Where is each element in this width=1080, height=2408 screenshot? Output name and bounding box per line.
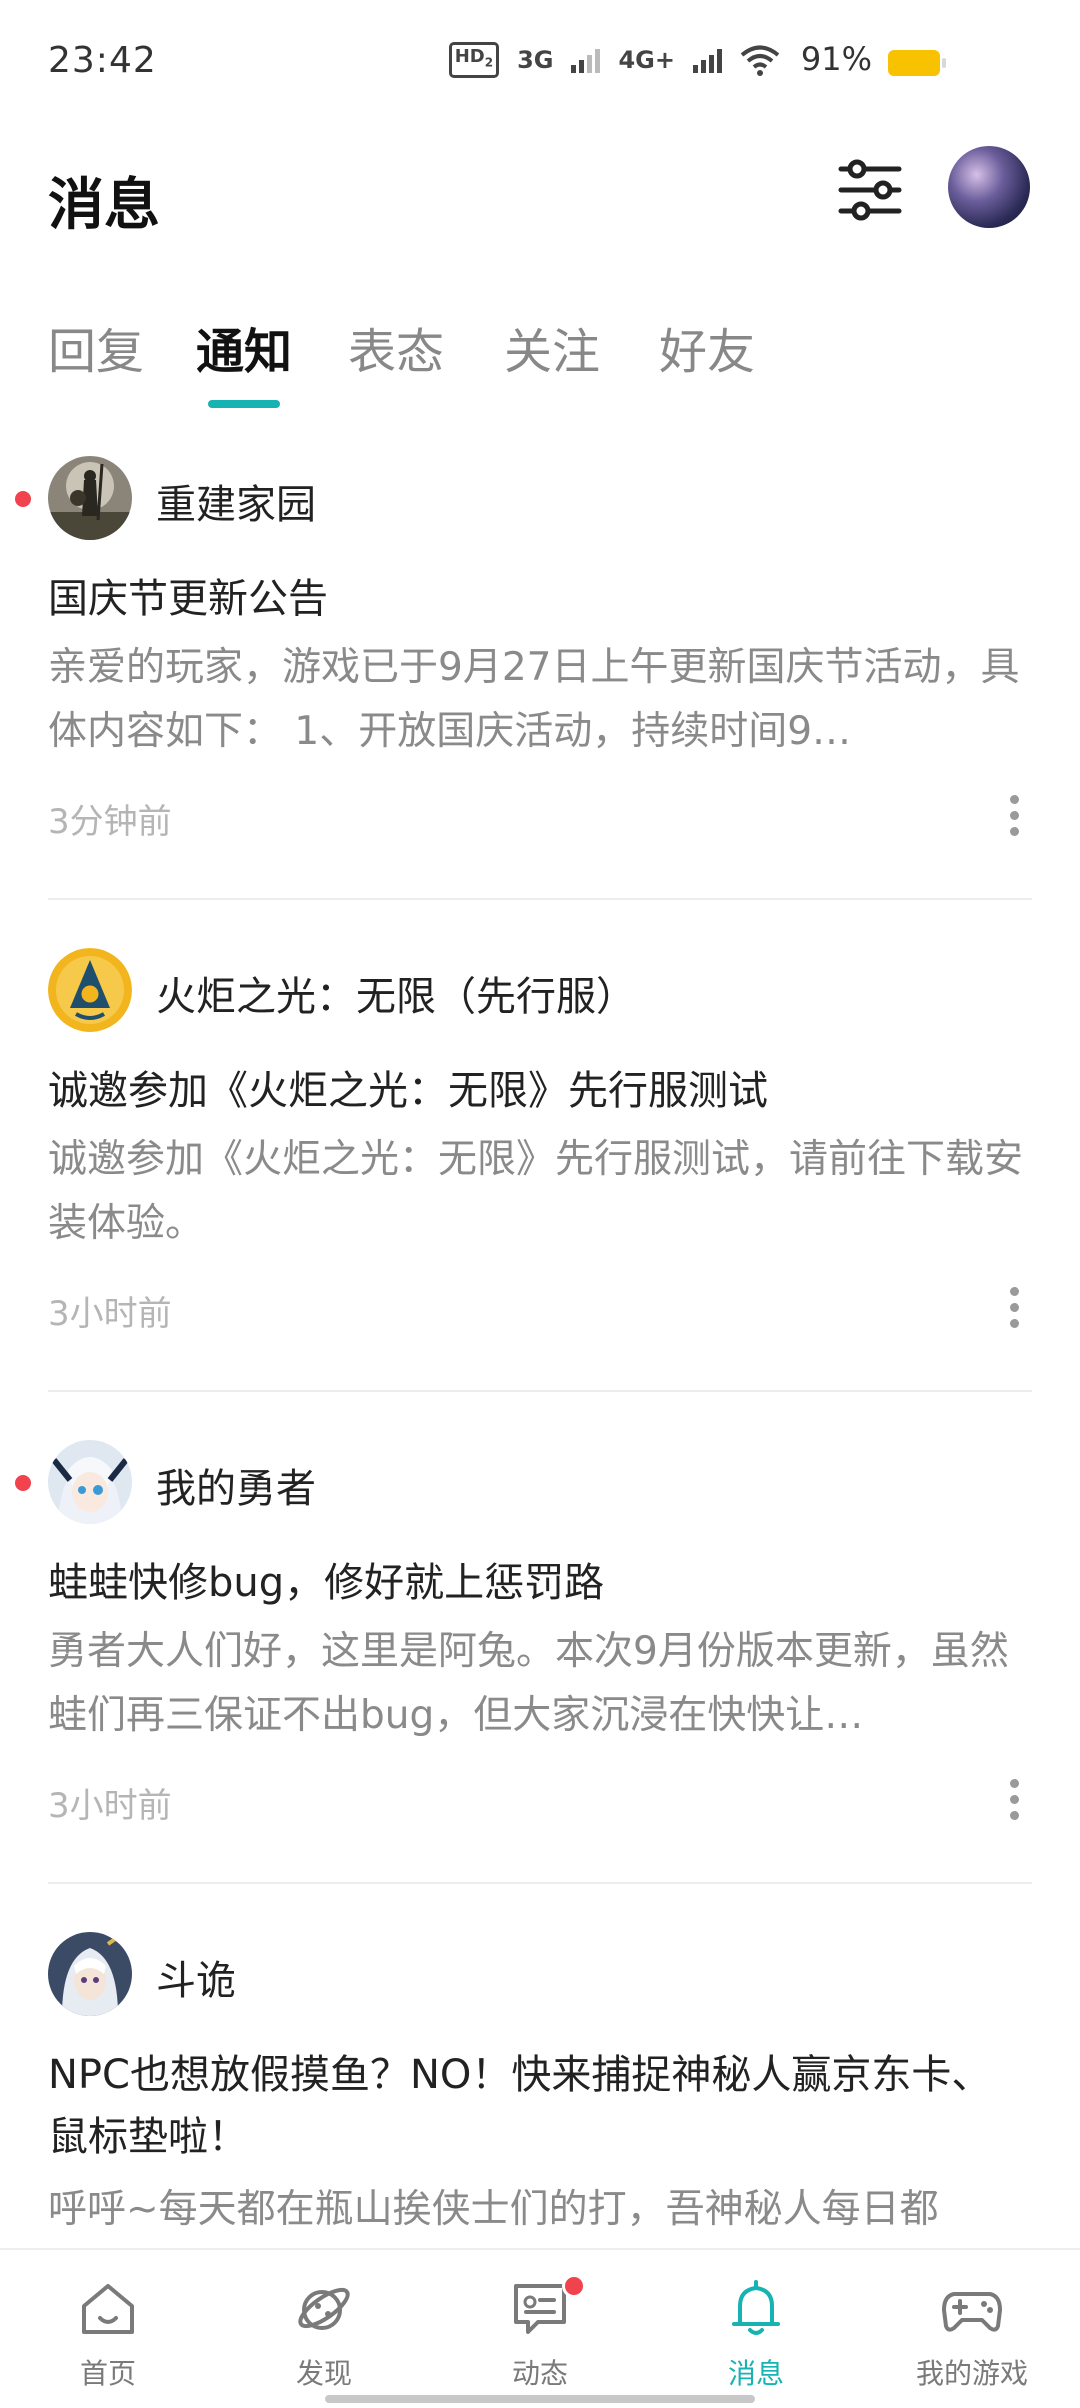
bell-icon <box>732 2280 780 2335</box>
notification-badge <box>562 2274 586 2298</box>
app-avatar[interactable] <box>48 456 132 540</box>
notification-time: 3小时前 <box>48 1786 172 1826</box>
app-name: 重建家园 <box>156 482 316 528</box>
app-name: 我的勇者 <box>156 1466 316 1512</box>
filter-button[interactable] <box>835 155 905 225</box>
nav-label: 我的游戏 <box>915 2357 1028 2390</box>
nav-feed[interactable]: 动态 <box>432 2250 648 2408</box>
nav-home[interactable]: 首页 <box>0 2250 216 2408</box>
tab-following[interactable]: 关注 <box>504 312 600 382</box>
unread-dot <box>15 1475 31 1491</box>
user-avatar[interactable] <box>948 146 1030 228</box>
notification-list: 重建家园 国庆节更新公告 亲爱的玩家，游戏已于9月27日上午更新国庆节活动，具体… <box>0 440 1080 2240</box>
nav-discover[interactable]: 发现 <box>216 2250 432 2408</box>
divider <box>48 1390 1032 1392</box>
nav-label: 首页 <box>79 2357 136 2390</box>
notification-title: 诚邀参加《火炬之光：无限》先行服测试 <box>48 1068 768 1114</box>
tab-notifications[interactable]: 通知 <box>196 312 292 382</box>
more-options-button[interactable] <box>994 790 1034 840</box>
notification-body: 呼呼~每天都在瓶山挨侠士们的打，吾神秘人每日都 <box>48 2187 939 2232</box>
app-name: 火炬之光：无限（先行服） <box>156 974 636 1020</box>
notification-title: 蛙蛙快修bug，修好就上惩罚路 <box>48 1560 605 1606</box>
app-avatar[interactable] <box>48 948 132 1032</box>
nav-label: 发现 <box>295 2357 352 2390</box>
sliders-icon <box>838 159 902 221</box>
status-time: 23:42 <box>48 40 157 81</box>
notification-card[interactable]: 火炬之光：无限（先行服） 诚邀参加《火炬之光：无限》先行服测试 诚邀参加《火炬之… <box>0 932 1080 1424</box>
planet-icon <box>298 2287 350 2330</box>
tab-replies[interactable]: 回复 <box>48 312 144 382</box>
notification-body: 勇者大人们好，这里是阿兔。本次9月份版本更新，虽然蛙们再三保证不出bug，但大家… <box>48 1629 1009 1738</box>
page-title: 消息 <box>48 173 160 238</box>
hd-voice-icon: HD2 <box>448 42 500 78</box>
notification-body: 亲爱的玩家，游戏已于9月27日上午更新国庆节活动，具体内容如下： 1、开放国庆活… <box>48 645 1020 754</box>
nav-label: 消息 <box>727 2357 784 2390</box>
more-options-button[interactable] <box>994 1774 1034 1824</box>
tab-friends[interactable]: 好友 <box>659 312 755 382</box>
notification-time: 3分钟前 <box>48 802 172 842</box>
network-4g-label: 4G+ <box>618 46 675 74</box>
battery-percent: 91% <box>800 40 872 78</box>
divider <box>48 898 1032 900</box>
nav-messages[interactable]: 消息 <box>648 2250 864 2408</box>
status-icons: HD2 3G 4G+ <box>448 40 780 80</box>
battery-icon <box>888 50 946 76</box>
app-avatar[interactable] <box>48 1440 132 1524</box>
nav-label: 动态 <box>511 2357 568 2390</box>
signal-icon <box>571 47 601 73</box>
gamepad-icon <box>942 2292 1002 2332</box>
notification-card[interactable]: 斗诡 NPC也想放假摸鱼？NO！快来捕捉神秘人赢京东卡、鼠标垫啦！ 呼呼~每天都… <box>0 1916 1080 2240</box>
divider <box>48 1882 1032 1884</box>
notification-title: 国庆节更新公告 <box>48 576 328 622</box>
header: 消息 <box>0 140 1080 250</box>
notification-title: NPC也想放假摸鱼？NO！快来捕捉神秘人赢京东卡、鼠标垫啦！ <box>48 2052 992 2160</box>
notification-body: 诚邀参加《火炬之光：无限》先行服测试，请前往下载安装体验。 <box>48 1137 1024 1246</box>
home-indicator <box>325 2395 755 2403</box>
nav-my-games[interactable]: 我的游戏 <box>864 2250 1080 2408</box>
app-avatar[interactable] <box>48 1932 132 2016</box>
notification-time: 3小时前 <box>48 1294 172 1334</box>
network-3g-label: 3G <box>517 46 554 74</box>
more-options-button[interactable] <box>994 1282 1034 1332</box>
notification-card[interactable]: 重建家园 国庆节更新公告 亲爱的玩家，游戏已于9月27日上午更新国庆节活动，具体… <box>0 440 1080 932</box>
notification-card[interactable]: 我的勇者 蛙蛙快修bug，修好就上惩罚路 勇者大人们好，这里是阿兔。本次9月份版… <box>0 1424 1080 1916</box>
tab-bar: 回复 通知 表态 关注 好友 <box>0 300 1080 410</box>
home-icon <box>82 2284 134 2334</box>
tab-reactions[interactable]: 表态 <box>348 312 444 382</box>
app-name: 斗诡 <box>156 1958 236 2004</box>
wifi-icon <box>740 45 780 76</box>
active-tab-indicator <box>208 400 280 408</box>
bottom-navigation: 首页 发现 动态 消息 我的游戏 <box>0 2248 1080 2408</box>
unread-dot <box>15 491 31 507</box>
status-bar: 23:42 HD2 3G 4G+ 91% <box>0 0 1080 130</box>
signal-icon <box>693 47 722 73</box>
